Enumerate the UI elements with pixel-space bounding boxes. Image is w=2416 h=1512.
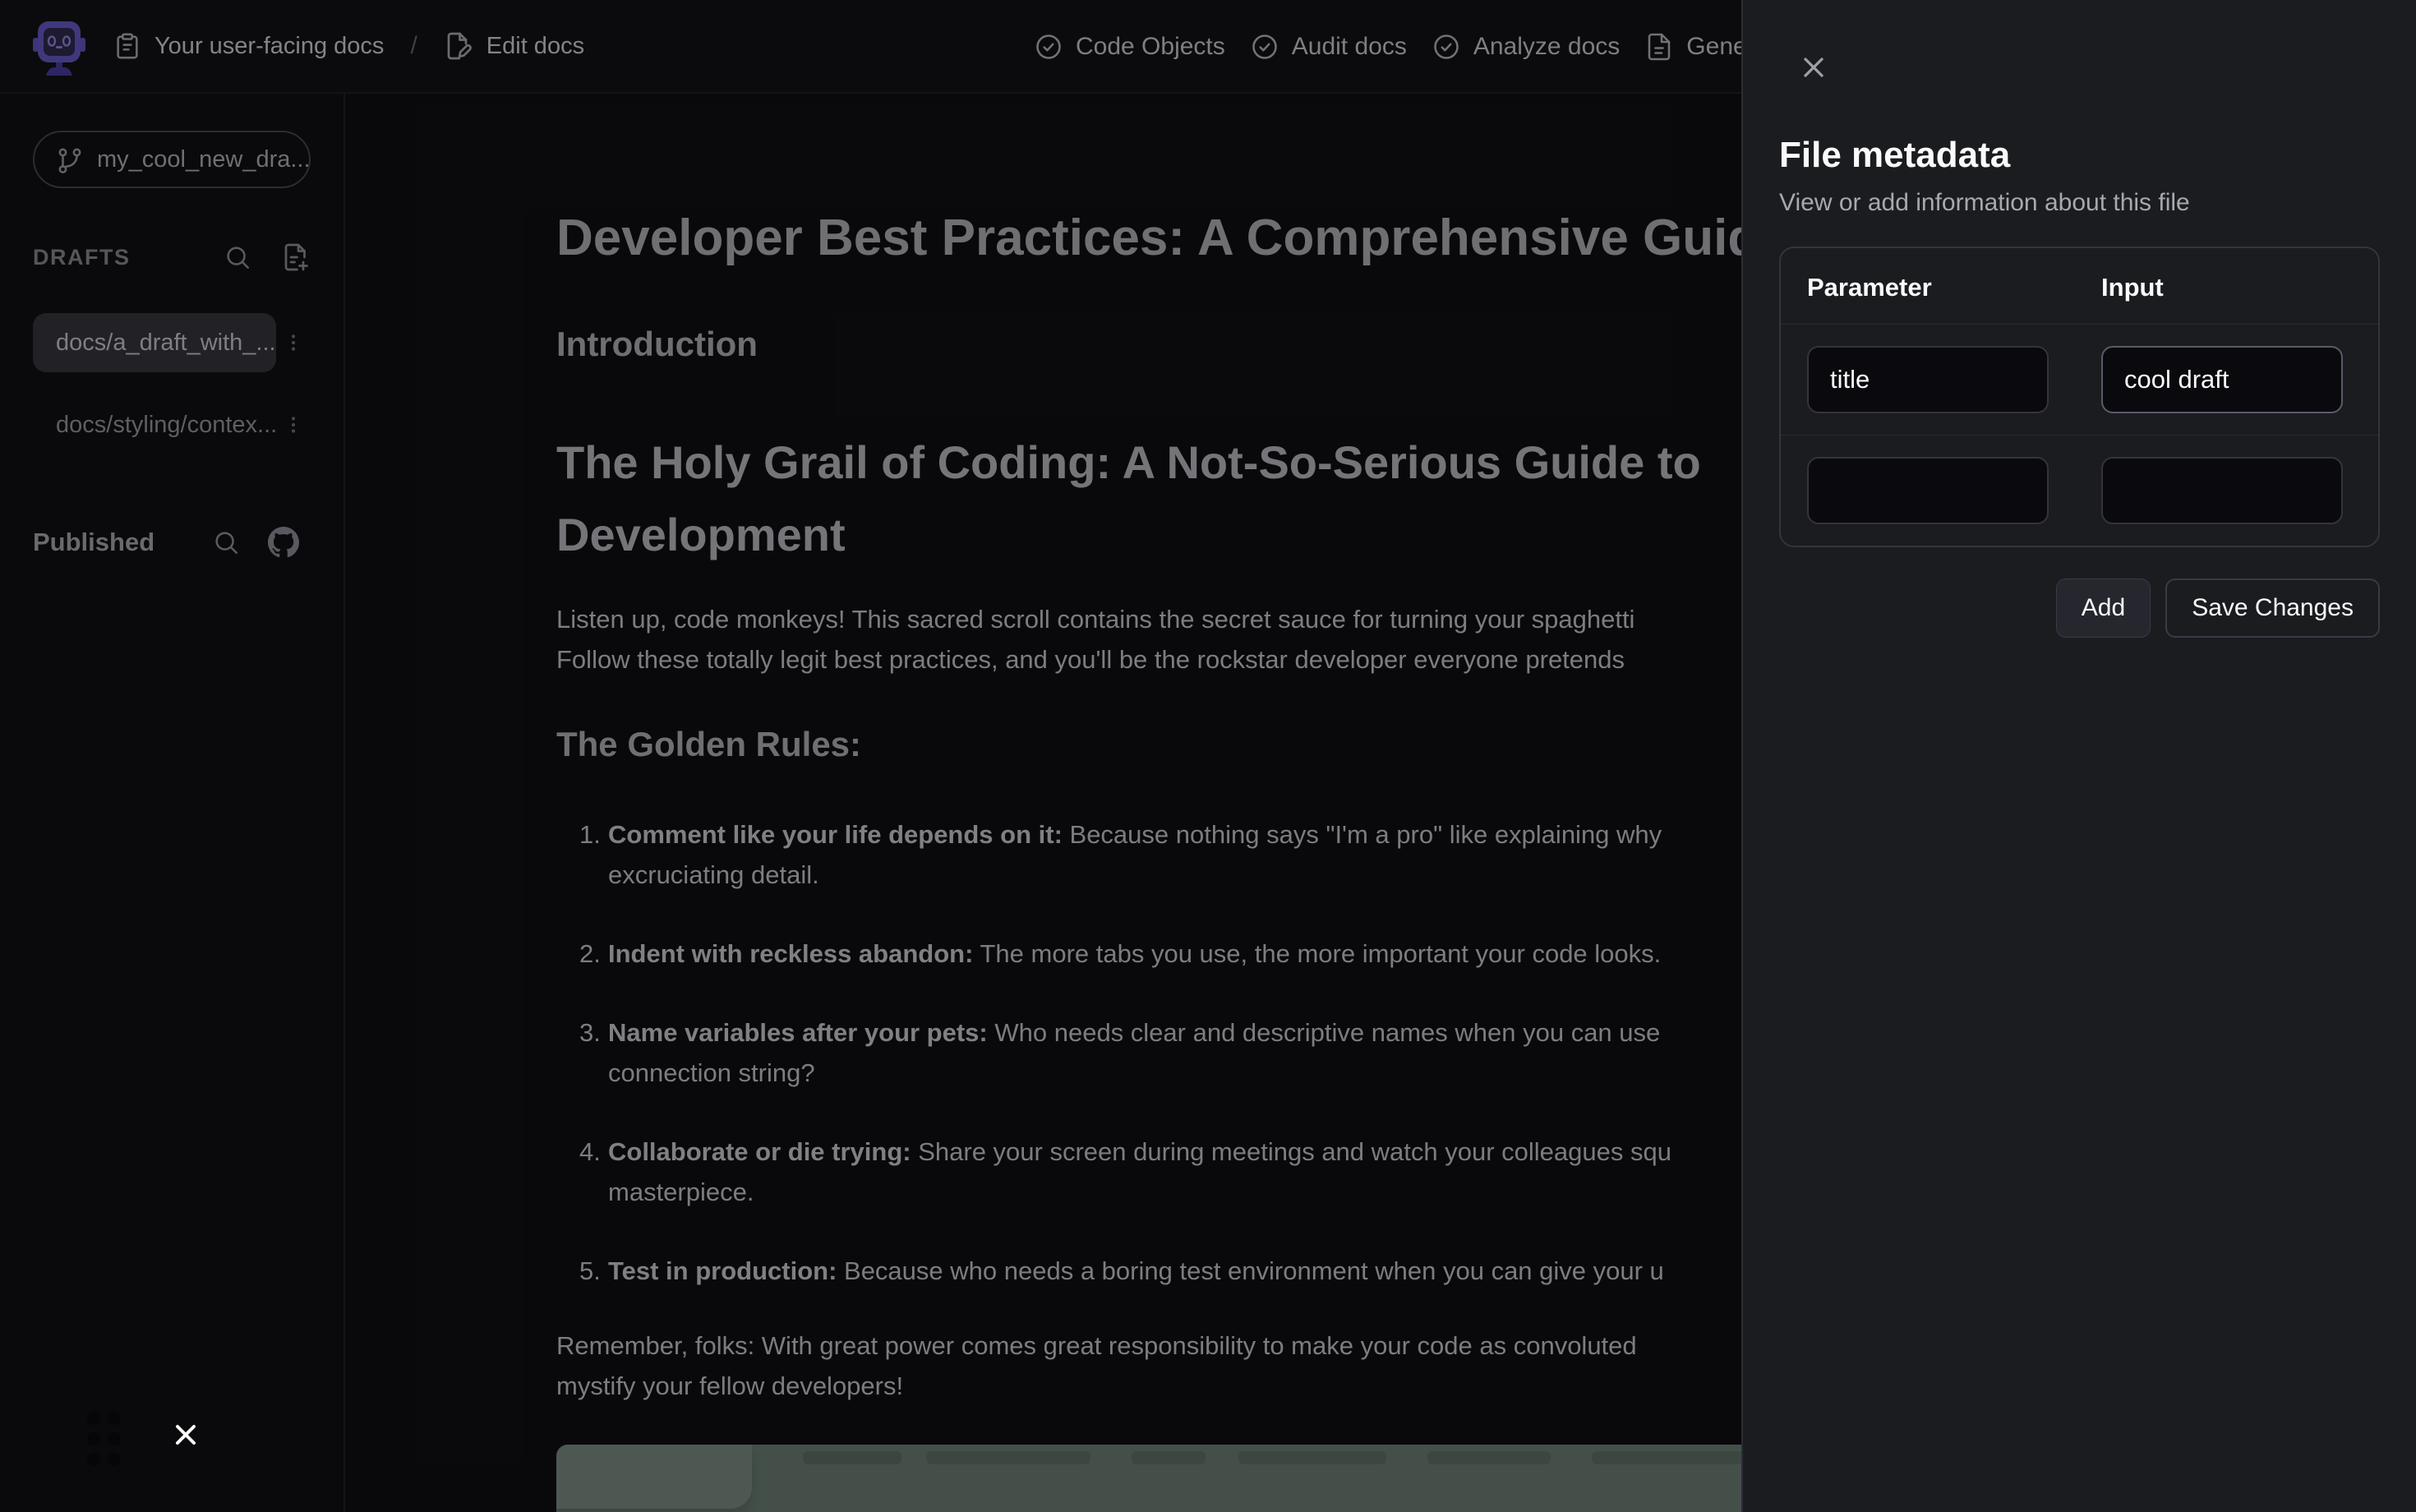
panel-title: File metadata: [1779, 135, 2380, 176]
metadata-table-header: Parameter Input: [1781, 248, 2378, 325]
metadata-row: [1781, 435, 2378, 546]
file-metadata-panel: File metadata View or add information ab…: [1741, 0, 2416, 1512]
metadata-table: Parameter Input: [1779, 247, 2380, 547]
parameter-input[interactable]: [1807, 346, 2049, 413]
column-header-input: Input: [2101, 273, 2352, 302]
metadata-row: [1781, 325, 2378, 435]
add-button[interactable]: Add: [2056, 579, 2151, 638]
widget-close-icon[interactable]: [169, 1418, 202, 1451]
panel-close-button[interactable]: [1794, 48, 1833, 87]
save-changes-button[interactable]: Save Changes: [2165, 579, 2380, 638]
column-header-parameter: Parameter: [1807, 273, 2101, 302]
panel-actions: Add Save Changes: [1779, 579, 2380, 638]
value-input[interactable]: [2101, 457, 2343, 524]
drag-handle-dots[interactable]: [87, 1412, 121, 1466]
parameter-input[interactable]: [1807, 457, 2049, 524]
value-input[interactable]: [2101, 346, 2343, 413]
panel-subtitle: View or add information about this file: [1779, 189, 2380, 217]
